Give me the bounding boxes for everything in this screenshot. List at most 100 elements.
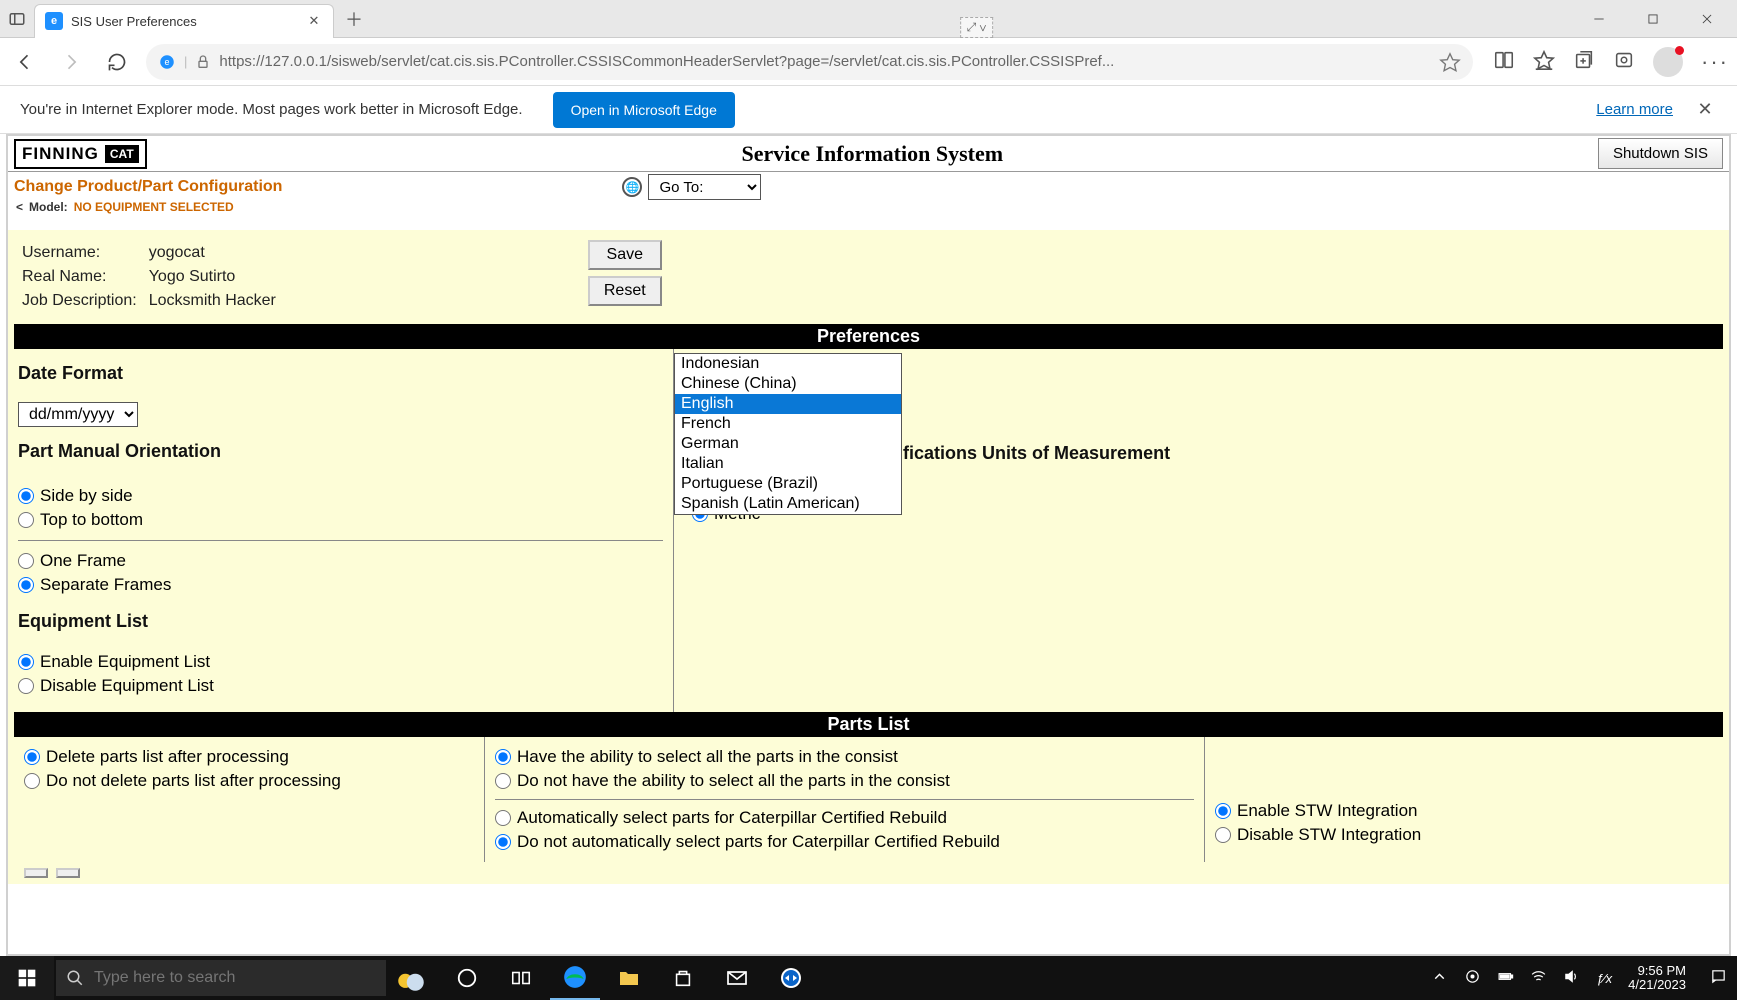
new-tab-button[interactable]: ＋: [338, 3, 370, 35]
equipment-list-title: Equipment List: [18, 611, 663, 632]
taskbar-search[interactable]: [56, 960, 386, 996]
tray-volume-icon[interactable]: [1563, 968, 1580, 988]
frame-one[interactable]: One Frame: [18, 549, 663, 573]
save-button[interactable]: Save: [588, 240, 662, 270]
parts-select-all-yes[interactable]: Have the ability to select all the parts…: [495, 745, 1194, 769]
extensions-icon[interactable]: [1613, 49, 1635, 74]
open-in-edge-button[interactable]: Open in Microsoft Edge: [553, 92, 735, 128]
job-label: Job Description:: [22, 290, 147, 312]
start-button[interactable]: [0, 956, 54, 1000]
refresh-button[interactable]: [100, 45, 134, 79]
back-button[interactable]: [8, 45, 42, 79]
windows-taskbar: ƒ⁄x 9:56 PM 4/21/2023: [0, 956, 1737, 1000]
parts-select-all-no[interactable]: Do not have the ability to select all th…: [495, 769, 1194, 793]
teamviewer-icon[interactable]: [766, 956, 816, 1000]
preferences-header: Preferences: [14, 324, 1723, 349]
reset-button[interactable]: Reset: [588, 276, 662, 306]
system-title: Service Information System: [147, 141, 1598, 167]
tray-battery-icon[interactable]: [1497, 968, 1514, 988]
content-scroll[interactable]: Username:yogocat Real Name:Yogo Sutirto …: [8, 230, 1729, 954]
lang-option[interactable]: Indonesian: [675, 354, 901, 374]
cutoff-buttons-row: [14, 862, 1723, 878]
edge-app-icon[interactable]: [550, 956, 600, 1000]
parts-auto-ccr-yes[interactable]: Automatically select parts for Caterpill…: [495, 806, 1194, 830]
tray-language-icon[interactable]: ƒ⁄x: [1596, 971, 1612, 986]
reset-button-bottom[interactable]: [56, 868, 80, 878]
ie-bar-close-button[interactable]: ✕: [1693, 98, 1717, 122]
profile-avatar[interactable]: [1653, 47, 1683, 77]
maximize-button[interactable]: [1637, 3, 1669, 35]
model-line: < Model: NO EQUIPMENT SELECTED: [8, 200, 1729, 220]
search-icon: [66, 969, 84, 987]
orientation-top-to-bottom[interactable]: Top to bottom: [18, 508, 663, 532]
sub-header: Change Product/Part Configuration 🌐 Go T…: [8, 172, 1729, 200]
lang-option[interactable]: Spanish (Latin American): [675, 494, 901, 514]
parts-list-header: Parts List: [14, 712, 1723, 737]
browser-tab[interactable]: e SIS User Preferences ✕: [34, 4, 334, 38]
lang-option[interactable]: French: [675, 414, 901, 434]
lang-option[interactable]: Italian: [675, 454, 901, 474]
ie-mode-icon: e: [158, 53, 176, 71]
cortana-icon[interactable]: [442, 956, 492, 1000]
taskbar-clock[interactable]: 9:56 PM 4/21/2023: [1628, 964, 1686, 993]
clock-time: 9:56 PM: [1628, 964, 1686, 978]
stw-enable[interactable]: Enable STW Integration: [1215, 799, 1713, 823]
stw-disable[interactable]: Disable STW Integration: [1215, 823, 1713, 847]
parts-no-delete[interactable]: Do not delete parts list after processin…: [24, 769, 474, 793]
username-value: yogocat: [149, 242, 286, 264]
split-screen-icon[interactable]: [1493, 49, 1515, 74]
tray-location-icon[interactable]: [1464, 968, 1481, 988]
file-explorer-icon[interactable]: [604, 956, 654, 1000]
task-view-icon[interactable]: [496, 956, 546, 1000]
orientation-side-by-side[interactable]: Side by side: [18, 484, 663, 508]
url-box[interactable]: e | https://127.0.0.1/sisweb/servlet/cat…: [146, 44, 1473, 80]
more-icon[interactable]: ···: [1701, 49, 1729, 75]
minimize-button[interactable]: [1583, 3, 1615, 35]
tab-actions-icon[interactable]: [8, 10, 26, 28]
job-value: Locksmith Hacker: [149, 290, 286, 312]
realname-label: Real Name:: [22, 266, 147, 288]
model-back-icon[interactable]: <: [16, 200, 23, 214]
save-button-bottom[interactable]: [24, 868, 48, 878]
close-window-button[interactable]: [1691, 3, 1723, 35]
browser-titlebar: e SIS User Preferences ✕ ＋ ⤢ ∨: [0, 0, 1737, 38]
equipment-disable[interactable]: Disable Equipment List: [18, 674, 663, 698]
tray-chevron-icon[interactable]: [1431, 968, 1448, 988]
lang-option[interactable]: Portuguese (Brazil): [675, 474, 901, 494]
parts-delete[interactable]: Delete parts list after processing: [24, 745, 474, 769]
parts-auto-ccr-no[interactable]: Do not automatically select parts for Ca…: [495, 830, 1194, 854]
url-text: https://127.0.0.1/sisweb/servlet/cat.cis…: [219, 53, 1431, 70]
language-select-list[interactable]: Indonesian Chinese (China) English Frenc…: [674, 353, 902, 515]
brand-logo: FINNING CAT: [14, 139, 147, 169]
browser-addressbar: e | https://127.0.0.1/sisweb/servlet/cat…: [0, 38, 1737, 86]
clock-date: 4/21/2023: [1628, 978, 1686, 992]
goto-globe-icon: 🌐: [622, 177, 642, 197]
collections-icon[interactable]: [1573, 49, 1595, 74]
mail-icon[interactable]: [712, 956, 762, 1000]
lang-option-selected[interactable]: English: [675, 394, 901, 414]
search-input[interactable]: [94, 969, 376, 987]
tab-close-button[interactable]: ✕: [305, 12, 323, 30]
taskbar-weather-icon[interactable]: [386, 956, 436, 1000]
learn-more-link[interactable]: Learn more: [1596, 101, 1673, 118]
change-product-link[interactable]: Change Product/Part Configuration: [14, 178, 282, 196]
page-content: FINNING CAT Service Information System S…: [6, 134, 1731, 956]
lang-option[interactable]: German: [675, 434, 901, 454]
user-info-table: Username:yogocat Real Name:Yogo Sutirto …: [20, 240, 288, 314]
favorites-icon[interactable]: [1533, 49, 1555, 74]
system-tray: ƒ⁄x 9:56 PM 4/21/2023: [1431, 964, 1727, 993]
favorite-icon[interactable]: [1439, 51, 1461, 73]
window-controls: [1583, 3, 1723, 35]
notifications-icon[interactable]: [1710, 968, 1727, 988]
frame-separate[interactable]: Separate Frames: [18, 573, 663, 597]
goto-select[interactable]: Go To:: [648, 174, 761, 200]
store-icon[interactable]: [658, 956, 708, 1000]
date-format-select[interactable]: dd/mm/yyyy: [18, 402, 138, 427]
lang-option[interactable]: Chinese (China): [675, 374, 901, 394]
shutdown-button[interactable]: Shutdown SIS: [1598, 138, 1723, 169]
drag-region-hint[interactable]: ⤢ ∨: [960, 17, 994, 38]
brand-text: FINNING: [22, 144, 99, 164]
equipment-enable[interactable]: Enable Equipment List: [18, 650, 663, 674]
tab-title: SIS User Preferences: [71, 14, 297, 29]
tray-wifi-icon[interactable]: [1530, 968, 1547, 988]
